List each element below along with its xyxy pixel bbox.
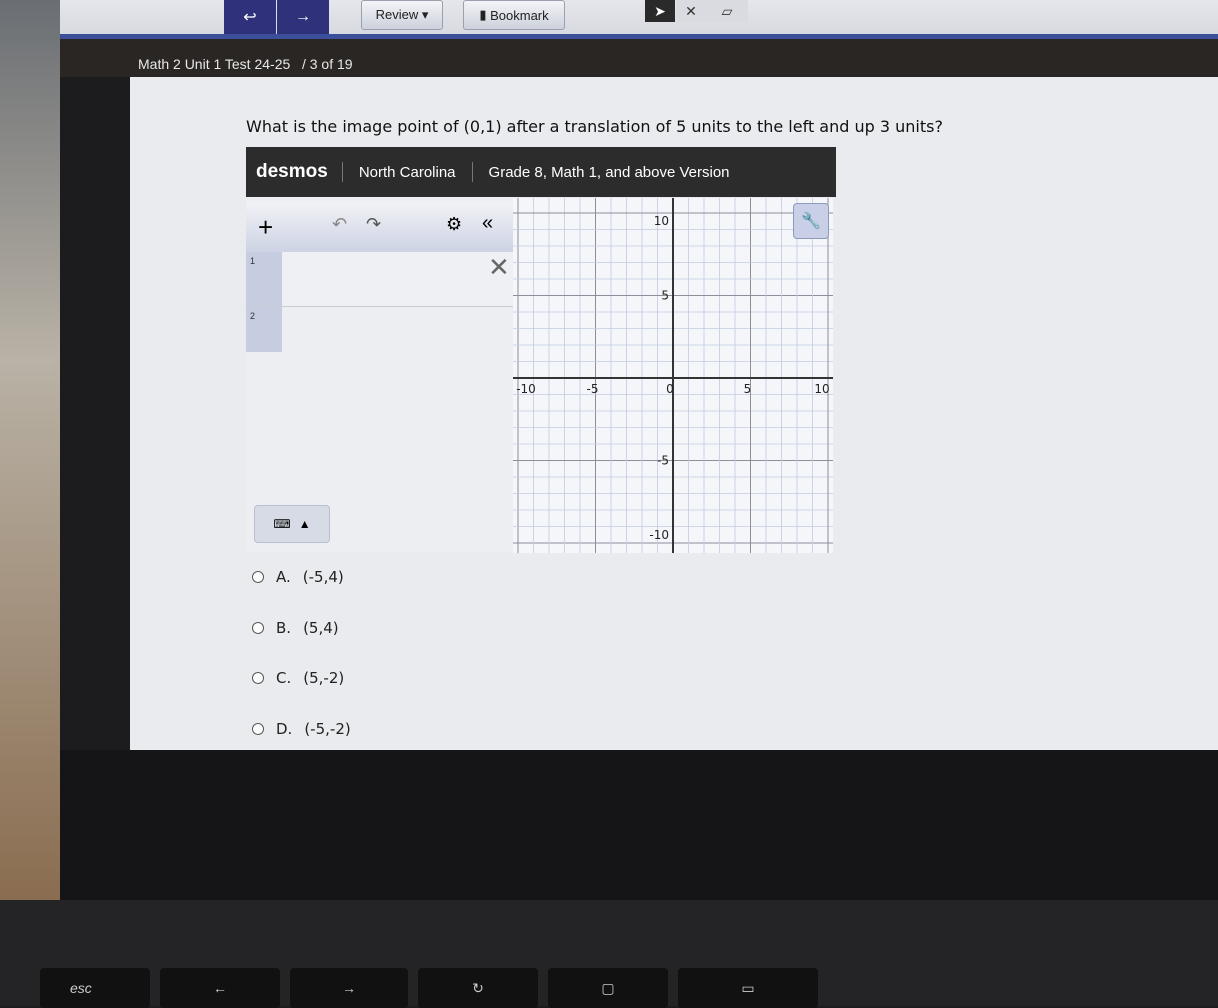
radio-button[interactable]	[252, 723, 264, 735]
desmos-state: North Carolina	[358, 163, 456, 181]
y-tick-label: -5	[657, 454, 669, 468]
x-tick-label: -10	[516, 382, 536, 396]
coordinate-grid[interactable]: -10 -5 0 5 10 10 5 -5 -10	[502, 196, 844, 560]
choice-letter: A.	[276, 568, 291, 586]
choice-value: (5,-2)	[303, 669, 345, 687]
laptop-bezel	[60, 750, 1218, 900]
add-expression-icon[interactable]: +	[258, 212, 273, 243]
row-number: 1	[246, 252, 282, 306]
notepad-tool-icon[interactable]: ▱	[706, 0, 748, 22]
radio-button[interactable]	[252, 672, 264, 684]
keypad-toggle-button[interactable]: ⌨ ▲	[254, 505, 330, 543]
back-button[interactable]: ↩	[224, 0, 276, 34]
choice-value: (5,4)	[303, 619, 339, 637]
eliminator-tool-icon[interactable]: ✕	[676, 0, 706, 22]
choice-letter: D.	[276, 720, 293, 738]
expression-row[interactable]: 2	[246, 307, 513, 352]
expression-toolbar: + ↶ ↷ ⚙ «	[246, 202, 513, 252]
overview-key: ▭	[678, 968, 818, 1008]
test-header: Math 2 Unit 1 Test 24-25 / 3 of 19	[60, 39, 1218, 77]
desmos-version: Grade 8, Math 1, and above Version	[488, 163, 730, 181]
row-number: 2	[246, 307, 282, 352]
bookmark-button[interactable]: ▮ Bookmark	[463, 0, 565, 30]
undo-icon[interactable]: ↶	[332, 214, 347, 235]
review-button[interactable]: Review ▾	[361, 0, 443, 30]
choice-letter: B.	[276, 619, 292, 637]
y-tick-label: 5	[661, 289, 669, 303]
expression-row[interactable]: 1 ✕	[246, 252, 513, 307]
question-text: What is the image point of (0,1) after a…	[246, 117, 943, 136]
pointer-tool-icon[interactable]: ➤	[645, 0, 675, 22]
bookmark-icon: ▮	[479, 7, 491, 22]
desmos-header: desmos North Carolina Grade 8, Math 1, a…	[246, 147, 836, 197]
x-tick-label: 10	[814, 382, 829, 396]
answer-choice[interactable]: A. (-5,4)	[252, 568, 344, 586]
back-key: ←	[160, 968, 280, 1008]
desmos-logo: desmos	[256, 161, 328, 182]
redo-icon[interactable]: ↷	[366, 214, 381, 235]
collapse-panel-icon[interactable]: «	[482, 212, 493, 235]
question-progress: / 3 of 19	[301, 56, 353, 72]
answer-choice[interactable]: C. (5,-2)	[252, 669, 344, 687]
choice-value: (-5,-2)	[304, 720, 351, 738]
answer-choice[interactable]: D. (-5,-2)	[252, 720, 351, 738]
refresh-key: ↻	[418, 968, 538, 1008]
y-tick-label: 10	[654, 214, 669, 228]
choice-letter: C.	[276, 669, 292, 687]
esc-key: esc	[40, 968, 150, 1008]
fullscreen-key: ▢	[548, 968, 668, 1008]
caret-up-icon: ▲	[298, 517, 311, 531]
radio-button[interactable]	[252, 622, 264, 634]
x-tick-label: 5	[744, 382, 752, 396]
radio-button[interactable]	[252, 571, 264, 583]
graph-settings-wrench-icon[interactable]: 🔧	[793, 203, 829, 239]
answer-choice[interactable]: B. (5,4)	[252, 619, 339, 637]
x-tick-label: -5	[587, 382, 599, 396]
x-tick-label: 0	[666, 382, 674, 396]
delete-expression-icon[interactable]: ✕	[488, 252, 510, 283]
choice-value: (-5,4)	[302, 568, 344, 586]
forward-key: →	[290, 968, 408, 1008]
graph-area[interactable]: -10 -5 0 5 10 10 5 -5 -10	[502, 196, 844, 560]
test-title: Math 2 Unit 1 Test 24-25	[138, 56, 291, 72]
background-photo-edge	[0, 0, 60, 900]
forward-button[interactable]: →	[277, 0, 329, 34]
y-tick-label: -10	[649, 528, 669, 542]
settings-gear-icon[interactable]: ⚙	[446, 214, 462, 235]
keyboard-icon: ⌨	[273, 517, 291, 531]
